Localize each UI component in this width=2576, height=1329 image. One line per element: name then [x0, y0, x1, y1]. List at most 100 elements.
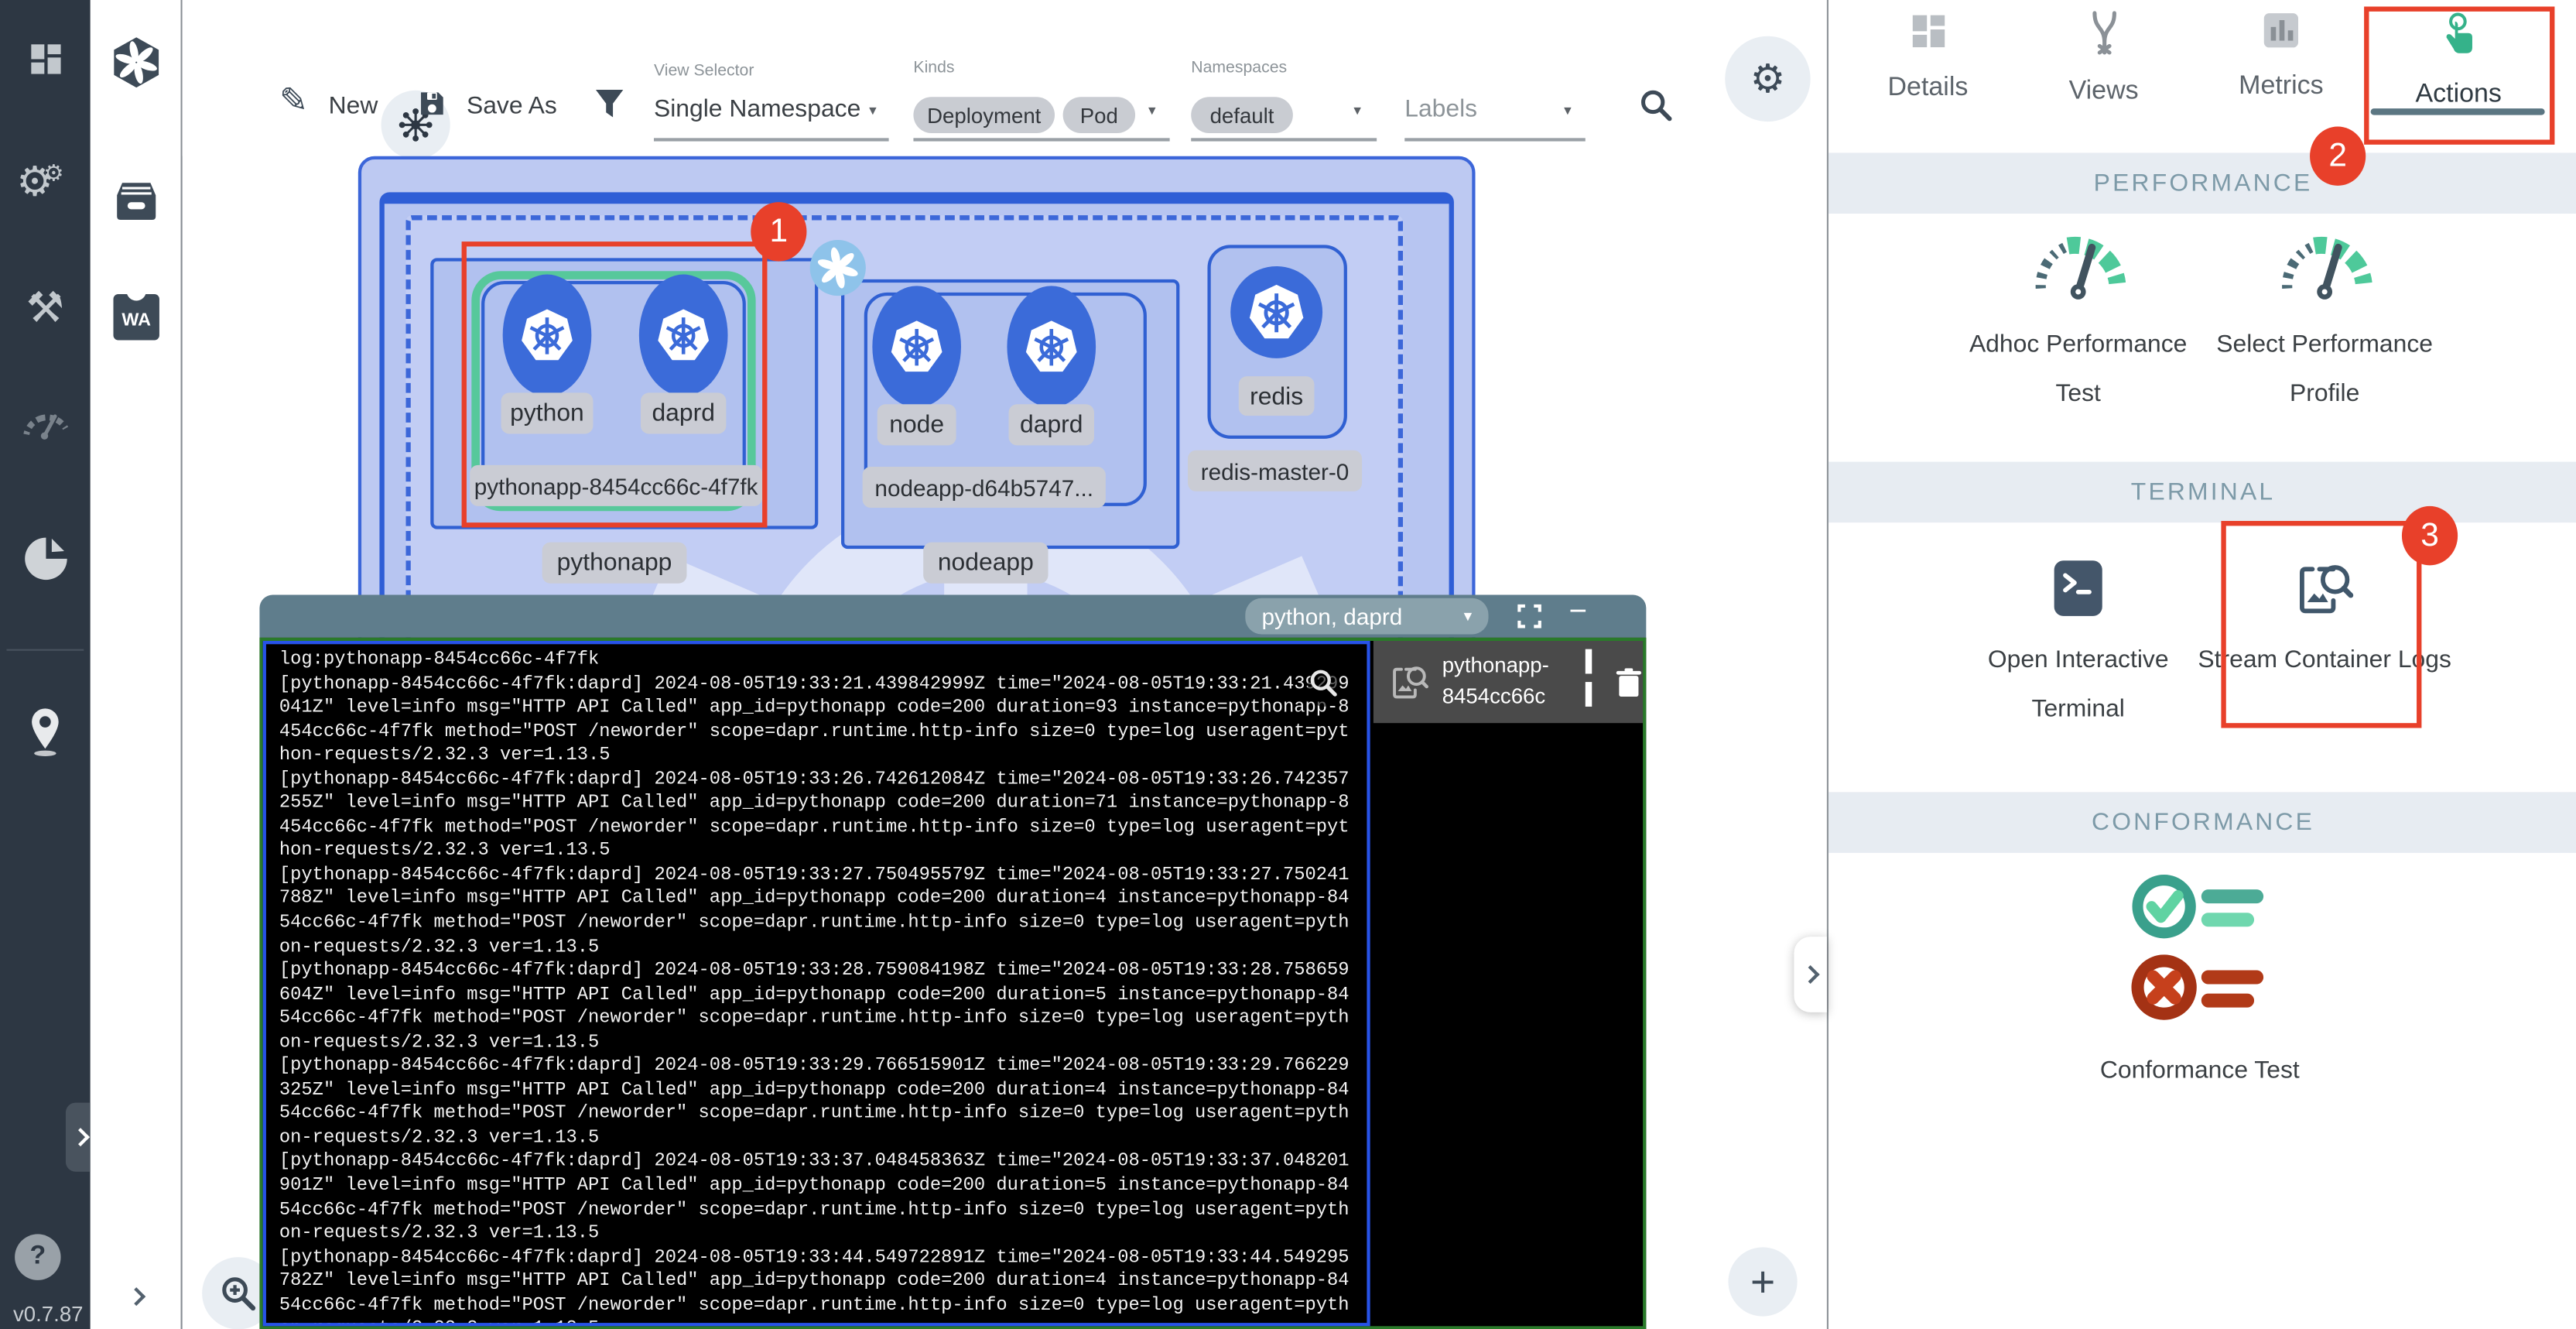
log-search-icon[interactable] [1308, 667, 1339, 707]
namespaces-arrow-icon[interactable]: ▾ [1353, 102, 1361, 120]
app-root: ⚙⚙ ⚒ ? v0.7.87 WA ✎ New Save As View Sel… [0, 0, 2576, 1329]
gear-icon: ⚙ [1750, 55, 1786, 103]
new-icon[interactable]: ✎ [279, 80, 308, 122]
webassembly-icon[interactable]: WA [113, 294, 159, 340]
action-adhoc-performance-test[interactable]: Adhoc Performance Test [1947, 227, 2210, 419]
help-icon: ? [29, 1242, 46, 1272]
sidebar-expand-handle[interactable] [66, 1103, 94, 1172]
view-selector-underline [654, 138, 889, 140]
deployment-label: pythonapp [542, 543, 687, 584]
action-conformance-test[interactable]: Conformance Test [2035, 868, 2364, 1096]
chevron-right-icon [70, 1128, 89, 1146]
archive-icon[interactable] [111, 177, 161, 231]
container-select-dropdown[interactable]: python, daprd ▾ [1245, 598, 1488, 635]
dapr-logo-icon[interactable] [108, 35, 164, 99]
log-terminal-window: python, daprd ▾ − log:pythonapp-8454cc66… [259, 595, 1646, 1329]
container-redis[interactable] [1230, 266, 1322, 358]
conformance-checklist-icon [2124, 868, 2275, 1039]
kubernetes-icon [1022, 317, 1081, 376]
trash-icon[interactable] [1615, 666, 1643, 697]
container-label: daprd [1009, 404, 1094, 445]
container-label: node [877, 404, 956, 445]
chevron-right-icon [1801, 965, 1820, 984]
filter-funnel-icon[interactable] [593, 85, 625, 129]
views-icon [2084, 10, 2123, 56]
minimize-icon[interactable]: − [1569, 595, 1588, 632]
annotation-badge-2: 2 [2310, 126, 2366, 185]
kind-chip-pod[interactable]: Pod [1063, 97, 1135, 133]
labels-filter-input[interactable]: Labels [1404, 95, 1477, 123]
metrics-icon [2260, 10, 2301, 51]
terminal-icon [2052, 559, 2105, 618]
panel-collapse-handle[interactable] [1794, 937, 1826, 1012]
plugin-rail: WA [91, 0, 183, 1329]
namespaces-label: Namespaces [1191, 59, 1287, 77]
container-label: redis [1239, 376, 1315, 416]
tab-metrics[interactable]: Metrics [2193, 10, 2369, 102]
tab-views[interactable]: Views [2016, 10, 2191, 107]
pause-icon[interactable] [1586, 649, 1609, 715]
help-button[interactable]: ? [15, 1234, 60, 1279]
labels-arrow-icon[interactable]: ▾ [1564, 102, 1572, 120]
kinds-underline [913, 138, 1169, 140]
pod-name-label: redis-master-0 [1188, 450, 1362, 492]
annotation-badge-1: 1 [751, 202, 806, 261]
container-select-value: python, daprd [1262, 603, 1403, 629]
container-daprd-node[interactable] [1007, 286, 1096, 407]
tools-icon[interactable]: ⚒ [0, 283, 91, 334]
settings-gears-icon[interactable]: ⚙⚙ [0, 158, 91, 207]
stream-logs-icon [1390, 663, 1429, 702]
annotation-box-1 [462, 241, 768, 527]
terminal-header[interactable]: python, daprd ▾ − [259, 595, 1646, 638]
save-as-icon[interactable] [417, 89, 446, 127]
gauge-icon [2277, 227, 2372, 303]
action-select-performance-profile[interactable]: Select Performance Profile [2193, 227, 2456, 419]
fullscreen-icon[interactable] [1517, 603, 1543, 638]
kubernetes-icon [1245, 281, 1308, 344]
version-label: v0.7.87 [13, 1301, 84, 1326]
add-button[interactable]: + [1728, 1247, 1797, 1316]
save-as-button[interactable]: Save As [467, 92, 557, 120]
search-icon[interactable] [1638, 87, 1675, 132]
namespaces-underline [1191, 138, 1377, 140]
terminal-body: log:pythonapp-8454cc66c-4f7fk [pythonapp… [259, 638, 1646, 1329]
pod-name-label: nodeapp-d64b5747... [863, 467, 1106, 508]
deployment-label: nodeapp [923, 543, 1048, 584]
log-stream-tab-label: pythonapp-8454cc66c [1442, 651, 1582, 713]
kinds-arrow-icon[interactable]: ▾ [1148, 102, 1156, 120]
view-selector-label: View Selector [654, 63, 754, 80]
sidebar-divider [6, 649, 84, 651]
pie-chart-icon[interactable] [0, 536, 91, 590]
performance-gauge-icon[interactable] [0, 404, 91, 448]
section-performance: PERFORMANCE [1829, 152, 2576, 214]
annotation-box-3 [2221, 521, 2421, 728]
log-output-pane[interactable]: log:pythonapp-8454cc66c-4f7fk [pythonapp… [263, 641, 1370, 1326]
log-text: log:pythonapp-8454cc66c-4f7fk [pythonapp… [266, 644, 1367, 1326]
kubernetes-icon [887, 317, 946, 376]
left-sidebar: ⚙⚙ ⚒ ? v0.7.87 [0, 0, 91, 1329]
action-open-interactive-terminal[interactable]: Open Interactive Terminal [1947, 559, 2210, 735]
kind-chip-deployment[interactable]: Deployment [913, 97, 1055, 133]
right-panel: Details Views Metrics Actions PERFORMANC… [1827, 0, 2576, 1329]
view-selector-value[interactable]: Single Namespace [654, 95, 860, 123]
labels-underline [1404, 138, 1586, 140]
namespace-chip-default[interactable]: default [1191, 97, 1293, 133]
log-stream-tab[interactable]: pythonapp-8454cc66c [1374, 641, 1643, 723]
new-button[interactable]: New [329, 92, 378, 120]
dropdown-arrow-icon: ▾ [1464, 607, 1473, 625]
view-selector-arrow-icon[interactable]: ▾ [869, 102, 877, 120]
container-node[interactable] [872, 286, 961, 407]
toolbar: ✎ New Save As View Selector Single Names… [183, 0, 1827, 156]
settings-button[interactable]: ⚙ [1725, 36, 1810, 122]
section-conformance: CONFORMANCE [1829, 792, 2576, 853]
gauge-icon [2030, 227, 2126, 303]
location-pin-icon[interactable] [0, 707, 91, 766]
details-grid-icon [1907, 10, 1949, 53]
dashboard-icon[interactable] [0, 39, 91, 87]
section-terminal: TERMINAL [1829, 462, 2576, 523]
tab-details[interactable]: Details [1840, 10, 2016, 104]
plus-icon: + [1750, 1256, 1775, 1307]
rail-expand-chevron[interactable] [130, 1282, 143, 1311]
kinds-label: Kinds [913, 59, 954, 77]
dapr-sidecar-badge [810, 240, 866, 296]
